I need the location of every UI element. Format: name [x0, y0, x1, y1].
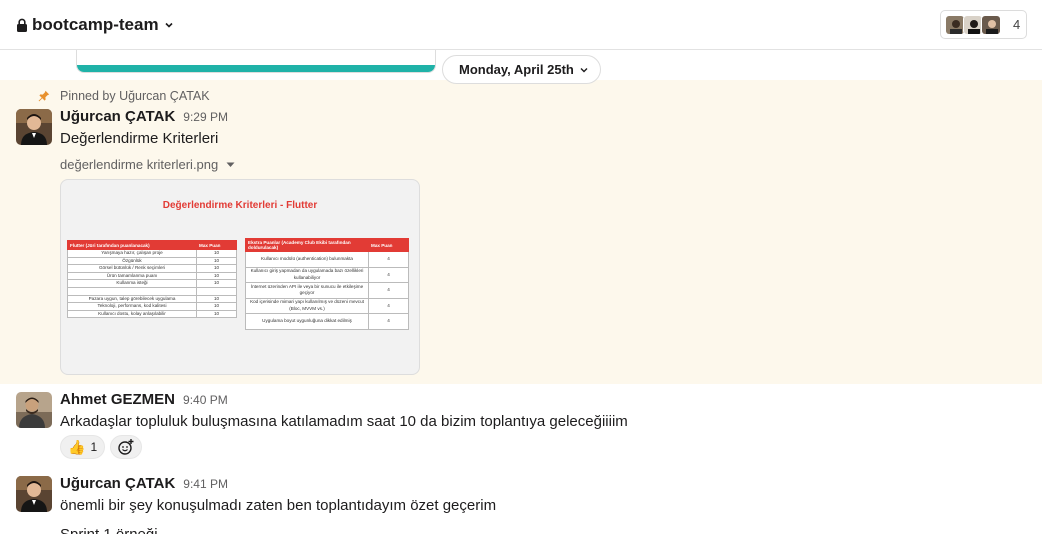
table-cell: Özgünlük: [67, 256, 197, 266]
table-cell: Kullanma isteği: [67, 279, 197, 288]
pin-icon: [38, 90, 50, 102]
message-header: Uğurcan ÇATAK 9:41 PM: [60, 475, 228, 492]
add-reaction-button[interactable]: [110, 435, 143, 459]
table-header: Max Puan: [196, 240, 237, 250]
reaction-thumbs-up[interactable]: 👍 1: [60, 435, 106, 459]
table-row: Teknoloji, performans, kod kalitesi 10: [67, 302, 237, 311]
table-cell: 4: [368, 266, 409, 283]
table-cell: 10: [196, 256, 237, 266]
reaction-bar: 👍 1: [60, 435, 143, 459]
table-cell: Yarışmaya hazır, çalışan proje: [67, 249, 197, 258]
table-cell: Görsel bütünlük / Renk seçimleri: [67, 264, 197, 273]
reaction-count: 1: [90, 440, 98, 454]
message-text: önemli bir şey konuşulmadı zaten ben top…: [60, 497, 497, 514]
table-row: Pazara uygun, talep görebilecek uygulama…: [67, 294, 237, 304]
author-name[interactable]: Uğurcan ÇATAK: [60, 475, 175, 492]
date-divider-button[interactable]: Monday, April 25th: [442, 55, 601, 84]
table-row: Kullanma isteği 10: [67, 279, 237, 288]
attachment-filename: değerlendirme kriterleri.png: [60, 157, 219, 172]
avatar[interactable]: [16, 392, 52, 428]
message-timestamp[interactable]: 9:29 PM: [183, 110, 228, 124]
message-header: Uğurcan ÇATAK 9:29 PM: [60, 108, 228, 125]
card-accent-bar: [77, 65, 435, 72]
channel-header: bootcamp-team 4: [0, 0, 1042, 50]
caret-down-icon: [226, 162, 235, 167]
table-row: Kod içerisinde mimari yapı kullanılmış v…: [245, 297, 409, 314]
extra-points-table: Ekstra Puanlar (Academy Club Ekibi taraf…: [245, 238, 409, 330]
date-label: Monday, April 25th: [459, 62, 574, 77]
criteria-table: Flutter (Jüri tarafından puanlanacak) Ma…: [67, 240, 237, 319]
table-cell: Ürün tamamlanma puanı: [67, 271, 197, 281]
table-cell: Kullanıcı giriş yapmadan da uygulamada b…: [245, 266, 369, 283]
pinned-indicator: Pinned by Uğurcan ÇATAK: [38, 88, 210, 104]
table-cell: 10: [196, 302, 237, 311]
table-row: İnternet üzerinden API ile veya bir sunu…: [245, 282, 409, 299]
image-title: Değerlendirme Kriterleri - Flutter: [162, 200, 318, 211]
message-timestamp[interactable]: 9:41 PM: [183, 477, 228, 491]
table-cell: 4: [368, 313, 409, 330]
message-text-cutoff: Sprint 1 örneği: [60, 526, 158, 534]
message-text: Değerlendirme Kriterleri: [60, 130, 219, 147]
add-reaction-icon: [118, 439, 134, 455]
chevron-down-icon: [580, 68, 588, 73]
table-header: Max Puan: [368, 238, 409, 252]
table-cell: 10: [196, 309, 237, 319]
channel-name: bootcamp-team: [32, 15, 159, 34]
avatar[interactable]: [16, 476, 52, 512]
table-row: Kullanıcı giriş yapmadan da uygulamada b…: [245, 266, 409, 283]
image-attachment[interactable]: Değerlendirme Kriterleri - Flutter Flutt…: [60, 179, 420, 375]
table-cell: 10: [196, 271, 237, 281]
pinned-by-text: Pinned by Uğurcan ÇATAK: [60, 89, 210, 103]
table-cell: İnternet üzerinden API ile veya bir sunu…: [245, 282, 369, 299]
table-cell: 10: [196, 249, 237, 258]
table-row: Görsel bütünlük / Renk seçimleri 10: [67, 264, 237, 273]
table-cell: Uygulama boyut uygunluğuna dikkat edilmi…: [245, 313, 369, 330]
table-cell: 4: [368, 251, 409, 268]
table-cell: Pazara uygun, talep görebilecek uygulama: [67, 294, 197, 304]
table-row: Uygulama boyut uygunluğuna dikkat edilmi…: [245, 313, 409, 330]
table-cell: 4: [368, 282, 409, 299]
table-header: Ekstra Puanlar (Academy Club Ekibi taraf…: [245, 238, 369, 252]
member-list-button[interactable]: 4: [940, 10, 1027, 39]
table-cell: 10: [196, 294, 237, 304]
table-cell: Kullanıcı modülü (authentication) bulunm…: [245, 251, 369, 268]
table-cell: 10: [196, 264, 237, 273]
channel-name-button[interactable]: bootcamp-team: [16, 14, 174, 36]
table-row: [67, 286, 237, 296]
table-header: Flutter (Jüri tarafından puanlanacak): [67, 240, 197, 250]
avatar[interactable]: [16, 109, 52, 145]
author-name[interactable]: Ahmet GEZMEN: [60, 391, 175, 408]
table-cell: [67, 286, 197, 296]
table-cell: Kullanıcı dostu, kolay anlaşılabilir: [67, 309, 197, 319]
table-cell: 4: [368, 297, 409, 314]
table-row: Kullanıcı modülü (authentication) bulunm…: [245, 251, 409, 268]
member-avatar: [981, 14, 1001, 35]
message-header: Ahmet GEZMEN 9:40 PM: [60, 391, 228, 408]
table-cell: Teknoloji, performans, kod kalitesi: [67, 302, 197, 311]
member-count: 4: [1013, 17, 1021, 32]
table-row: Yarışmaya hazır, çalışan proje 10: [67, 249, 237, 258]
chevron-down-icon: [165, 22, 173, 28]
member-avatar: [945, 14, 965, 35]
thumbs-up-icon: 👍: [68, 438, 86, 455]
message-timestamp[interactable]: 9:40 PM: [183, 393, 228, 407]
table-cell: [196, 286, 237, 296]
message-text: Arkadaşlar topluluk buluşmasına katılama…: [60, 413, 628, 430]
table-row: Kullanıcı dostu, kolay anlaşılabilir 10: [67, 309, 237, 319]
table-cell: 10: [196, 279, 237, 288]
table-row: Özgünlük 10: [67, 256, 237, 266]
table-cell: Kod içerisinde mimari yapı kullanılmış v…: [245, 297, 369, 314]
attachment-toggle[interactable]: değerlendirme kriterleri.png: [60, 157, 235, 172]
table-row: Ürün tamamlanma puanı 10: [67, 271, 237, 281]
member-avatar: [963, 14, 983, 35]
author-name[interactable]: Uğurcan ÇATAK: [60, 108, 175, 125]
lock-icon: [17, 18, 27, 32]
